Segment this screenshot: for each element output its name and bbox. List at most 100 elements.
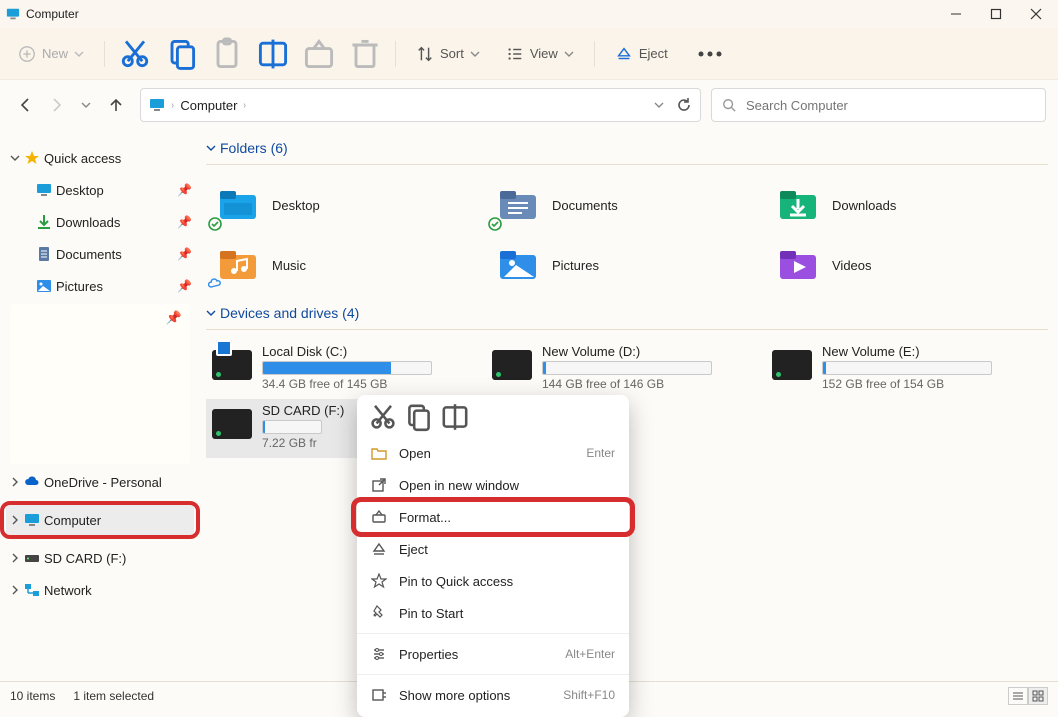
chevron-right-icon	[10, 553, 20, 563]
close-button[interactable]	[1016, 2, 1056, 26]
details-view-button[interactable]	[1008, 687, 1028, 705]
folder-name: Pictures	[552, 258, 599, 273]
more-button[interactable]	[692, 38, 728, 70]
document-icon	[36, 246, 52, 262]
drive-name: New Volume (D:)	[542, 344, 762, 359]
ctx-label: Pin to Start	[399, 606, 615, 621]
thumbnail-view-button[interactable]	[1028, 687, 1048, 705]
view-mode-toggle[interactable]	[1008, 687, 1048, 705]
ctx-cut-button[interactable]	[367, 403, 399, 431]
sidebar-item-downloads[interactable]: Downloads 📌	[0, 206, 200, 238]
ctx-rename-button[interactable]	[439, 403, 471, 431]
ctx-eject[interactable]: Eject	[357, 533, 629, 565]
ctx-accelerator: Shift+F10	[563, 688, 615, 702]
eject-label: Eject	[639, 46, 668, 61]
cut-button[interactable]	[117, 38, 153, 70]
rename-button[interactable]	[255, 38, 291, 70]
folder-documents[interactable]: Documents	[486, 175, 766, 235]
ctx-properties[interactable]: Properties Alt+Enter	[357, 638, 629, 670]
star-icon	[24, 150, 40, 166]
section-divider	[206, 329, 1048, 330]
drive-c[interactable]: Local Disk (C:) 34.4 GB free of 145 GB	[206, 340, 486, 399]
new-label: New	[42, 46, 68, 61]
sidebar-onedrive[interactable]: OneDrive - Personal	[0, 466, 200, 498]
ctx-format[interactable]: Format...	[357, 501, 629, 533]
folder-pictures[interactable]: Pictures	[486, 235, 766, 295]
recent-button[interactable]	[72, 91, 100, 119]
folder-downloads[interactable]: Downloads	[766, 175, 1046, 235]
open-new-icon	[371, 477, 387, 493]
more-options-icon	[371, 687, 387, 703]
sort-label: Sort	[440, 46, 464, 61]
folder-name: Downloads	[832, 198, 896, 213]
window-title: Computer	[26, 7, 79, 21]
ctx-open[interactable]: Open Enter	[357, 437, 629, 469]
pin-icon	[371, 605, 387, 621]
search-icon	[722, 98, 736, 112]
search-input[interactable]	[744, 97, 1035, 114]
share-button[interactable]	[301, 38, 337, 70]
ctx-show-more[interactable]: Show more options Shift+F10	[357, 679, 629, 711]
folder-open-icon	[371, 445, 387, 461]
sidebar-quick-access[interactable]: Quick access	[0, 142, 200, 174]
pictures-icon	[36, 278, 52, 294]
sidebar-item-label: SD CARD (F:)	[44, 551, 200, 566]
chevron-down-icon	[470, 49, 480, 59]
sidebar-item-label: OneDrive - Personal	[44, 475, 200, 490]
search-box[interactable]	[711, 88, 1046, 122]
view-button[interactable]: View	[498, 38, 582, 70]
properties-icon	[371, 646, 387, 662]
sidebar-network[interactable]: Network	[0, 574, 200, 606]
drive-stat: 144 GB free of 146 GB	[542, 377, 762, 391]
content-pane: Folders (6) Desktop Documents	[200, 130, 1058, 681]
ctx-label: Show more options	[399, 688, 551, 703]
forward-button[interactable]	[42, 91, 70, 119]
ctx-pin-quick-access[interactable]: Pin to Quick access	[357, 565, 629, 597]
sync-ok-icon	[488, 217, 502, 231]
paste-button[interactable]	[209, 38, 245, 70]
minimize-button[interactable]	[936, 2, 976, 26]
sidebar-item-desktop[interactable]: Desktop 📌	[0, 174, 200, 206]
folder-desktop[interactable]: Desktop	[206, 175, 486, 235]
drive-stat: 34.4 GB free of 145 GB	[262, 377, 482, 391]
section-header-drives[interactable]: Devices and drives (4)	[206, 301, 1048, 329]
chevron-down-icon[interactable]	[654, 100, 664, 110]
desktop-icon	[36, 182, 52, 198]
sidebar-sdcard[interactable]: SD CARD (F:)	[0, 542, 200, 574]
eject-icon	[615, 45, 633, 63]
ctx-label: Eject	[399, 542, 615, 557]
sort-button[interactable]: Sort	[408, 38, 488, 70]
pin-icon: 📌	[177, 215, 192, 229]
delete-button[interactable]	[347, 38, 383, 70]
breadcrumb-root[interactable]: Computer	[180, 98, 237, 113]
refresh-button[interactable]	[676, 97, 692, 113]
sidebar-computer[interactable]: Computer	[6, 504, 194, 536]
drive-icon	[24, 550, 40, 566]
folder-icon	[496, 183, 540, 227]
menu-separator	[357, 674, 629, 675]
view-label: View	[530, 46, 558, 61]
up-button[interactable]	[102, 91, 130, 119]
ctx-pin-start[interactable]: Pin to Start	[357, 597, 629, 629]
address-bar[interactable]: › Computer ›	[140, 88, 701, 122]
sidebar-item-documents[interactable]: Documents 📌	[0, 238, 200, 270]
navigation-pane: Quick access Desktop 📌 Downloads 📌 Docum…	[0, 130, 200, 681]
pin-icon: 📌	[177, 183, 192, 197]
sidebar-item-pictures[interactable]: Pictures 📌	[0, 270, 200, 302]
ctx-copy-button[interactable]	[403, 403, 435, 431]
folder-videos[interactable]: Videos	[766, 235, 1046, 295]
computer-icon	[6, 7, 20, 21]
maximize-button[interactable]	[976, 2, 1016, 26]
section-label: Devices and drives (4)	[220, 305, 359, 321]
drive-icon	[772, 350, 812, 380]
sidebar-item-label: Network	[44, 583, 200, 598]
eject-button[interactable]: Eject	[607, 38, 676, 70]
copy-button[interactable]	[163, 38, 199, 70]
section-header-folders[interactable]: Folders (6)	[206, 136, 1048, 164]
new-button[interactable]: New	[10, 38, 92, 70]
drive-d[interactable]: New Volume (D:) 144 GB free of 146 GB	[486, 340, 766, 399]
eject-icon	[371, 541, 387, 557]
folder-music[interactable]: Music	[206, 235, 486, 295]
back-button[interactable]	[12, 91, 40, 119]
drive-e[interactable]: New Volume (E:) 152 GB free of 154 GB	[766, 340, 1046, 399]
